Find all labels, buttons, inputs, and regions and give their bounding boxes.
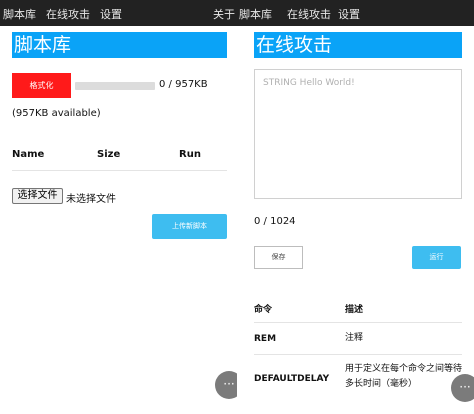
command-name: REM — [254, 334, 277, 344]
choose-file-button[interactable]: 选择文件 — [12, 188, 63, 204]
nav-online-attack[interactable]: 在线攻击 — [46, 6, 90, 22]
script-editor[interactable]: STRING Hello World! — [254, 69, 462, 199]
nav-about[interactable]: 关于 — [213, 6, 235, 22]
column-header-size: Size — [97, 149, 121, 160]
upload-script-button[interactable]: 上传新脚本 — [152, 214, 227, 239]
command-description: 注释 — [345, 333, 364, 343]
file-status-text: 未选择文件 — [66, 194, 116, 205]
top-nav-bar: 脚本库 在线攻击 设置 — [237, 0, 474, 26]
top-nav-bar: 脚本库 在线攻击 设置 关于 — [0, 0, 237, 26]
storage-progress-bar — [75, 82, 155, 90]
save-button[interactable]: 保存 — [254, 246, 303, 269]
command-description: 用于定义在每个命令之间等待多长时间（毫秒） — [345, 364, 463, 389]
table-divider — [254, 322, 462, 323]
nav-settings[interactable]: 设置 — [338, 6, 360, 22]
table-divider — [12, 170, 227, 171]
online-attack-pane: 脚本库 在线攻击 设置 在线攻击 STRING Hello World! 0 /… — [237, 0, 474, 414]
column-header-description: 描述 — [345, 305, 364, 315]
more-options-button[interactable]: ··· — [451, 374, 474, 402]
storage-available-text: (957KB available) — [12, 108, 101, 119]
format-button[interactable]: 格式化 — [12, 73, 71, 98]
column-header-command: 命令 — [254, 305, 273, 315]
page-title: 脚本库 — [12, 32, 227, 58]
more-options-button[interactable]: ··· — [215, 371, 237, 399]
command-name: DEFAULTDELAY — [254, 374, 330, 384]
column-header-run: Run — [179, 149, 201, 160]
page-title: 在线攻击 — [254, 32, 462, 58]
nav-script-library[interactable]: 脚本库 — [239, 6, 272, 22]
column-header-name: Name — [12, 149, 45, 160]
char-count-text: 0 / 1024 — [254, 216, 296, 227]
storage-usage-text: 0 / 957KB — [159, 79, 208, 90]
run-button[interactable]: 运行 — [412, 246, 461, 269]
script-library-pane: 脚本库 在线攻击 设置 关于 脚本库 格式化 0 / 957KB (957KB … — [0, 0, 237, 414]
nav-online-attack[interactable]: 在线攻击 — [287, 6, 331, 22]
nav-settings[interactable]: 设置 — [100, 6, 122, 22]
table-divider — [254, 354, 462, 355]
nav-script-library[interactable]: 脚本库 — [3, 6, 36, 22]
